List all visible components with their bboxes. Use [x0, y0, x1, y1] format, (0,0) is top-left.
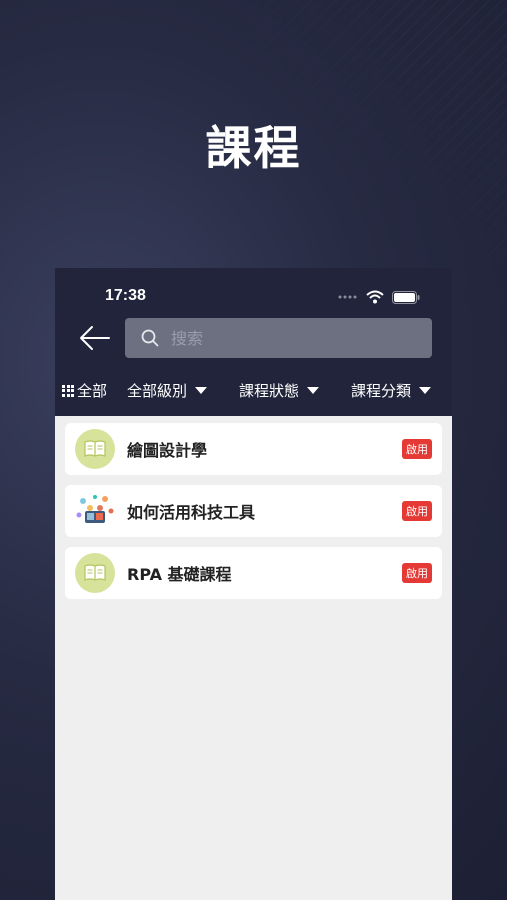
chevron-down-icon	[419, 387, 432, 394]
course-title: 繪圖設計學	[127, 441, 208, 460]
people-tech-illustration-icon	[75, 491, 115, 531]
filter-level-label: 全部級別	[127, 382, 188, 400]
book-icon	[75, 429, 115, 469]
course-title: RPA 基礎課程	[127, 565, 232, 584]
course-list: 繪圖設計學 啟用 如何活用科技工具 啟用 RPA 基礎課程 啟用	[55, 416, 452, 599]
course-card[interactable]: 如何活用科技工具 啟用	[65, 485, 442, 537]
filter-category[interactable]: 課程分類	[351, 380, 432, 401]
signal-icon	[338, 295, 357, 299]
course-title: 如何活用科技工具	[127, 503, 256, 522]
chevron-down-icon	[307, 387, 320, 394]
filter-status-label: 課程狀態	[239, 382, 300, 400]
chevron-down-icon	[195, 387, 208, 394]
status-bar: 17:38	[55, 286, 452, 308]
nav-row	[55, 318, 452, 358]
filter-category-label: 課程分類	[351, 382, 412, 400]
search-input[interactable]	[169, 327, 403, 349]
back-arrow-icon[interactable]	[79, 324, 111, 352]
book-icon	[75, 553, 115, 593]
status-badge: 啟用	[402, 439, 432, 459]
status-icons	[338, 290, 420, 304]
search-icon	[141, 329, 159, 347]
hero-title: 課程	[205, 121, 302, 175]
wifi-icon	[366, 290, 384, 304]
phone-screen: 17:38 搜索 全部 全部級別 課程狀態 課程分類 繪圖設計學 啟用 如何活用…	[55, 268, 452, 900]
status-badge: 啟用	[402, 501, 432, 521]
filter-level[interactable]: 全部級別	[127, 380, 208, 401]
filter-row: 全部 全部級別 課程狀態 課程分類	[55, 376, 452, 404]
battery-icon	[392, 290, 420, 304]
app-header: 17:38 搜索 全部 全部級別 課程狀態 課程分類	[55, 268, 452, 416]
status-time: 17:38	[105, 287, 146, 304]
filter-all[interactable]: 全部	[62, 380, 107, 401]
course-card[interactable]: 繪圖設計學 啟用	[65, 423, 442, 475]
course-card[interactable]: RPA 基礎課程 啟用	[65, 547, 442, 599]
grid-icon	[62, 384, 74, 397]
filter-status[interactable]: 課程狀態	[239, 380, 320, 401]
status-badge: 啟用	[402, 563, 432, 583]
filter-all-label: 全部	[77, 382, 108, 400]
search-box[interactable]	[125, 318, 432, 358]
